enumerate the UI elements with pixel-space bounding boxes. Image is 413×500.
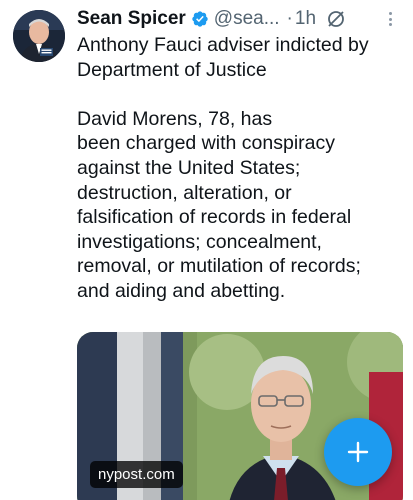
tweet-timestamp[interactable]: 1h [295, 8, 316, 30]
plus-icon [347, 441, 369, 463]
text-line: been charged with conspiracy [77, 132, 335, 155]
compose-button[interactable] [324, 418, 392, 486]
verified-badge-icon [191, 10, 209, 28]
text-line: investigations; concealment, [77, 230, 322, 253]
text-line: against the United States; [77, 156, 301, 179]
text-line: Anthony Fauci adviser indicted by [77, 34, 369, 56]
author-handle[interactable]: @sea... [214, 8, 280, 30]
text-line: removal, or mutilation of records; [77, 255, 361, 278]
text-line: David Morens, 78, has [77, 107, 273, 130]
grok-icon[interactable] [326, 9, 346, 29]
text-line: Department of Justice [77, 58, 267, 81]
tweet-header: Sean Spicer @sea... · 1h [77, 7, 407, 31]
separator-dot: · [286, 8, 293, 29]
text-line: and aiding and abetting. [77, 279, 286, 302]
author-avatar[interactable] [13, 10, 65, 62]
media-source-label[interactable]: nypost.com [90, 461, 183, 488]
display-name[interactable]: Sean Spicer [77, 8, 186, 30]
tweet-text: Anthony Fauci adviser indicted by Depart… [77, 33, 407, 304]
text-line: falsification of records in federal [77, 206, 352, 229]
avatar-image [13, 10, 65, 62]
more-options-icon[interactable] [387, 9, 393, 29]
text-line: destruction, alteration, or [77, 181, 292, 204]
